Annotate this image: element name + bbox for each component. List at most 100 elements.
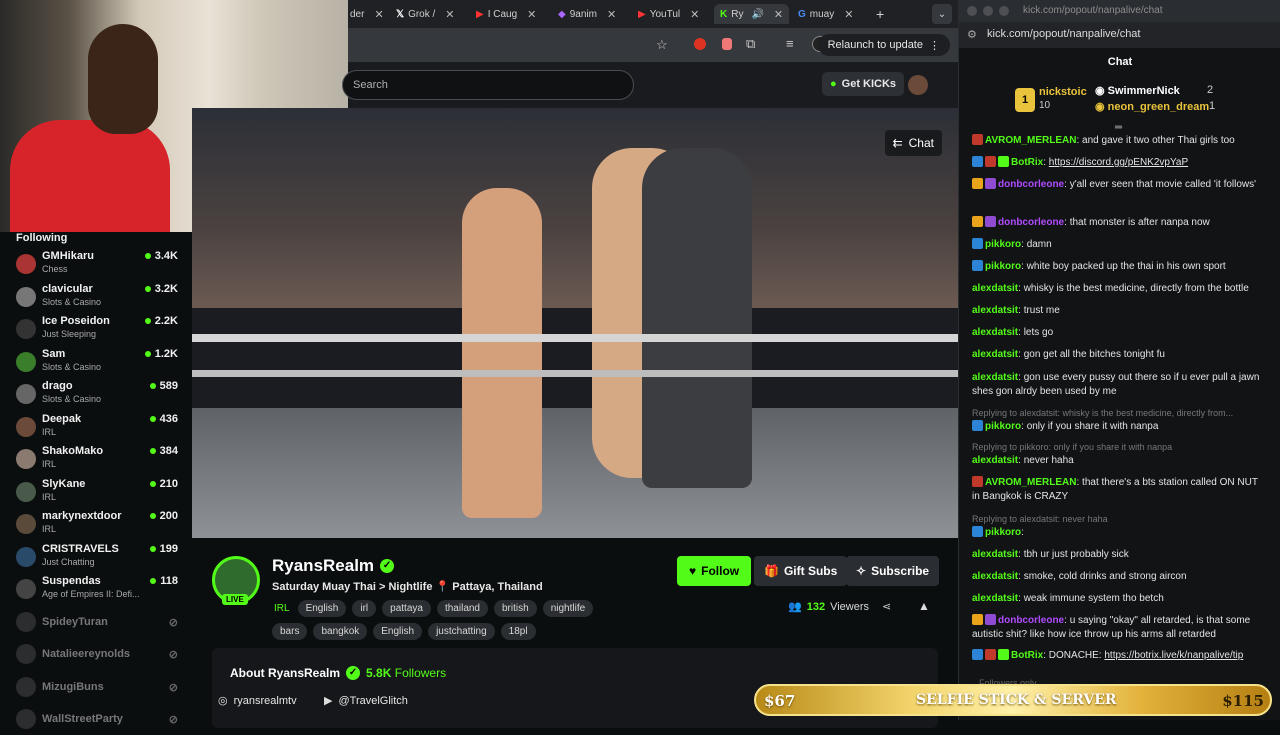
chat-username[interactable]: alexdatsit (972, 571, 1018, 582)
stream-tag[interactable]: thailand (436, 600, 488, 617)
report-icon[interactable]: ▲ (918, 599, 930, 613)
stream-tag[interactable]: bars (272, 623, 308, 640)
stream-tag[interactable]: bangkok (313, 623, 368, 640)
leader-name[interactable]: ◉ neon_green_dream (1095, 100, 1209, 113)
following-item[interactable]: Sam Slots & Casino 1.2K (16, 348, 184, 378)
tab-4[interactable]: ◆ 9anim ✕ (558, 4, 616, 24)
stream-tag[interactable]: british (494, 600, 537, 617)
close-icon[interactable]: ✕ (690, 8, 699, 21)
chat-username[interactable]: alexdatsit (972, 349, 1018, 360)
close-icon[interactable]: ✕ (607, 8, 616, 21)
follow-button[interactable]: ♥ Follow (677, 556, 752, 586)
following-item[interactable]: Ice Poseidon Just Sleeping 2.2K (16, 315, 184, 345)
chat-username[interactable]: pikkoro (985, 261, 1021, 272)
following-item[interactable]: WallStreetParty ⊘ (16, 705, 184, 735)
following-item[interactable]: drago Slots & Casino 589 (16, 380, 184, 410)
social-link-instagram[interactable]: ◎ ryansrealmtv (218, 694, 297, 708)
stream-tag[interactable]: pattaya (382, 600, 431, 617)
tab-3[interactable]: ▶ I Caug ✕ (476, 4, 536, 24)
user-avatar[interactable] (908, 75, 928, 95)
chat-username[interactable]: alexdatsit (972, 549, 1018, 560)
new-tab-button[interactable]: + (876, 4, 884, 24)
bookmark-star-icon[interactable]: ☆ (656, 37, 668, 53)
stream-tag[interactable]: irl (352, 600, 377, 617)
chat-username[interactable]: alexdatsit (972, 455, 1018, 466)
stream-tag[interactable]: justchatting (428, 623, 495, 640)
share-icon[interactable]: ⋖ (882, 600, 891, 613)
chat-username[interactable]: alexdatsit (972, 327, 1018, 338)
viewers-number: 3.4K (154, 250, 178, 262)
chat-username[interactable]: alexdatsit (972, 283, 1018, 294)
tab-2[interactable]: 𝕏 Grok / ✕ (396, 4, 455, 24)
following-viewers: 200 (149, 510, 178, 522)
following-item[interactable]: clavicular Slots & Casino 3.2K (16, 283, 184, 313)
close-icon[interactable]: ✕ (527, 8, 536, 21)
video-referee (642, 148, 752, 488)
get-kicks-button[interactable]: ● Get KICKs (822, 72, 905, 96)
chat-link[interactable]: https://discord.gg/pENK2vpYaP (1049, 157, 1188, 168)
stream-tag[interactable]: 18pl (500, 623, 536, 640)
extension-icon[interactable] (722, 38, 732, 50)
following-item[interactable]: ShakoMako IRL 384 (16, 445, 184, 475)
window-close-button[interactable] (967, 6, 977, 16)
relaunch-button[interactable]: Relaunch to update ⋮ (817, 34, 950, 56)
site-settings-icon[interactable]: ⚙ (967, 28, 977, 41)
chat-username[interactable]: alexdatsit (972, 593, 1018, 604)
extension-icon[interactable] (694, 38, 706, 50)
show-chat-button[interactable]: ⇇ Chat (884, 130, 942, 156)
following-item[interactable]: MizugiBuns ⊘ (16, 673, 184, 703)
chat-username[interactable]: donbcorleone (998, 217, 1064, 228)
puzzle-icon[interactable]: ⧉ (746, 36, 755, 52)
chat-url-bar[interactable]: ⚙ kick.com/popout/nanpalive/chat (959, 22, 1280, 48)
gift-subs-button[interactable]: 🎁 Gift Subs (754, 556, 848, 586)
following-item[interactable]: GMHikaru Chess 3.4K (16, 250, 184, 280)
chat-username[interactable]: pikkoro (985, 239, 1021, 250)
channel-name[interactable]: RyansRealm (272, 556, 374, 576)
stream-tag[interactable]: IRL (272, 600, 292, 617)
following-item[interactable]: SpideyTuran ⊘ (16, 608, 184, 638)
media-icon[interactable]: ≡ (786, 36, 794, 51)
tab-5[interactable]: ▶ YouTul ✕ (638, 4, 699, 24)
stream-tag[interactable]: English (297, 600, 347, 617)
following-item[interactable]: CRISTRAVELS Just Chatting 199 (16, 543, 184, 573)
chat-username[interactable]: pikkoro (985, 527, 1021, 538)
stream-tag[interactable]: nightlife (542, 600, 594, 617)
chat-username[interactable]: alexdatsit (972, 372, 1018, 383)
close-icon[interactable]: ✕ (844, 8, 853, 21)
following-item[interactable]: Suspendas Age of Empires II: Defi... 118 (16, 575, 184, 605)
subscribe-button[interactable]: ✧ Subscribe (846, 556, 940, 586)
chat-username[interactable]: donbcorleone (998, 615, 1064, 626)
chat-username[interactable]: BotRix (1011, 157, 1043, 168)
chat-username[interactable]: AVROM_MERLEAN (985, 135, 1076, 146)
social-link-youtube[interactable]: ▶ @TravelGlitch (324, 694, 408, 708)
collapse-icon[interactable]: ═ (1115, 122, 1122, 133)
chat-username[interactable]: alexdatsit (972, 305, 1018, 316)
close-icon[interactable]: ✕ (445, 8, 454, 21)
chat-link[interactable]: https://botrix.live/k/nanpalive/tip (1104, 650, 1243, 661)
tab-search-button[interactable]: ⌄ (932, 4, 952, 24)
tab-1[interactable]: der ✕ (346, 4, 384, 24)
tab-active-kick[interactable]: K Ry 🔊 ✕ (714, 4, 790, 24)
close-icon[interactable]: ✕ (374, 8, 383, 21)
speaker-icon[interactable]: 🔊 (751, 9, 763, 20)
following-item[interactable]: markynextdoor IRL 200 (16, 510, 184, 540)
chat-message: pikkoro: (972, 526, 1268, 540)
chat-username[interactable]: pikkoro (985, 421, 1021, 432)
following-item[interactable]: Deepak IRL 436 (16, 413, 184, 443)
video-player[interactable]: ⇇ Chat (192, 108, 958, 538)
chat-username[interactable]: donbcorleone (998, 179, 1064, 190)
more-vert-icon: ⋮ (929, 39, 940, 52)
search-input[interactable]: Search (342, 70, 634, 100)
tab-7[interactable]: Gmuay ✕ (798, 4, 853, 24)
stream-tag[interactable]: English (373, 623, 423, 640)
window-zoom-button[interactable] (999, 6, 1009, 16)
window-minimize-button[interactable] (983, 6, 993, 16)
chat-username[interactable]: AVROM_MERLEAN (985, 477, 1076, 488)
close-icon[interactable]: ✕ (774, 8, 783, 21)
leader-name[interactable]: nickstoic (1039, 86, 1087, 98)
viewer-count: 👥 132 Viewers (788, 600, 869, 614)
leader-name[interactable]: ◉ SwimmerNick (1095, 84, 1180, 97)
chat-username[interactable]: BotRix (1011, 650, 1043, 661)
following-item[interactable]: Natalieereynolds ⊘ (16, 640, 184, 670)
following-item[interactable]: SlyKane IRL 210 (16, 478, 184, 508)
